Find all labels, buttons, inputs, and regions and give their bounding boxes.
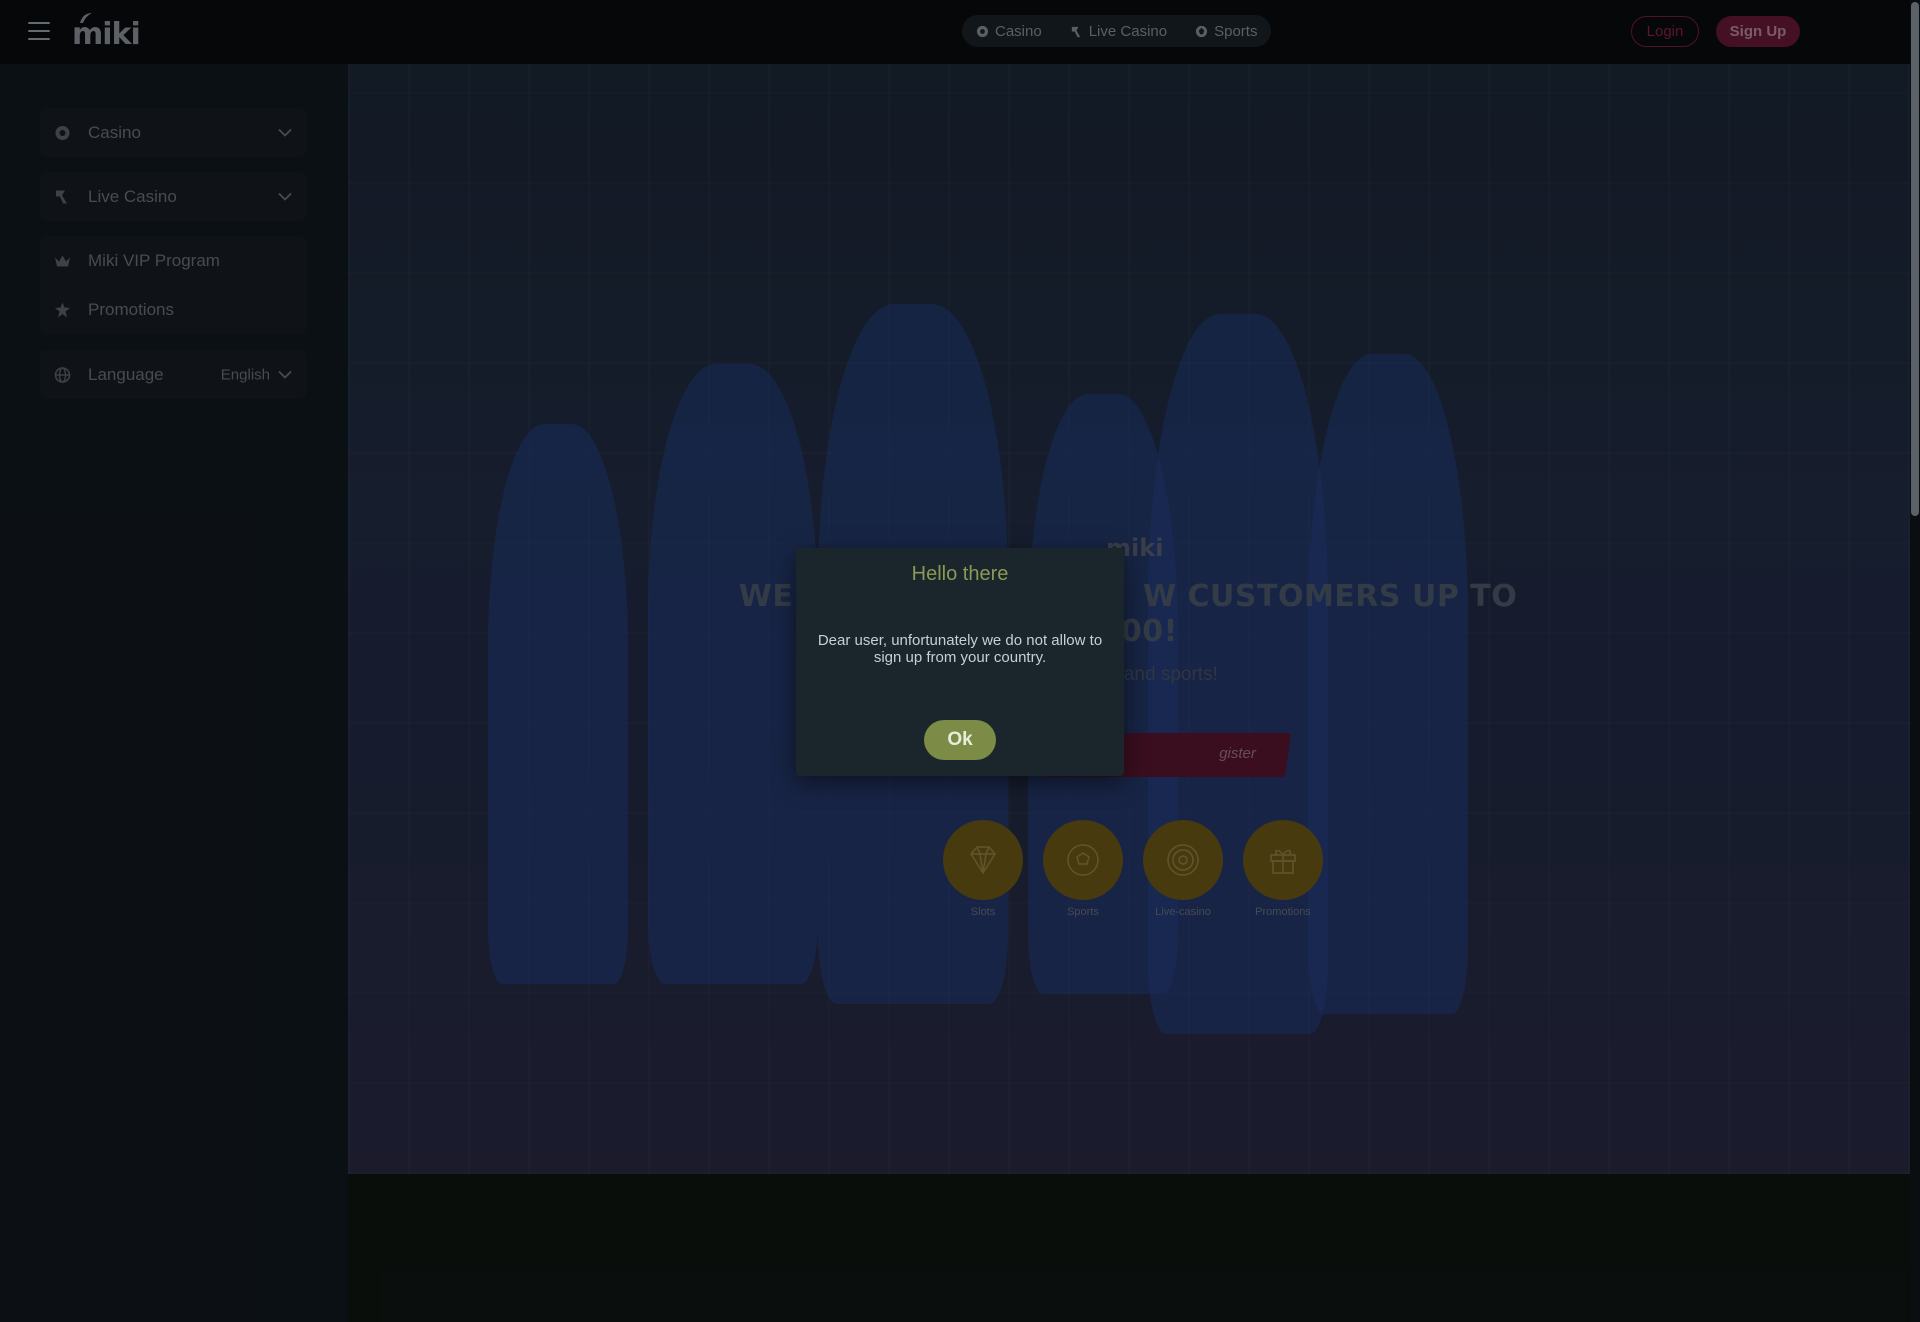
country-restriction-dialog: Hello there Dear user, unfortunately we … xyxy=(796,548,1124,776)
scrollbar-thumb[interactable] xyxy=(1911,2,1919,516)
dialog-message: Dear user, unfortunately we do not allow… xyxy=(817,632,1103,666)
page: miki Casino Live Casino Sports Login Sig… xyxy=(0,0,1920,1322)
dialog-title: Hello there xyxy=(911,563,1009,585)
ok-button[interactable]: Ok xyxy=(924,720,996,760)
scrollbar[interactable] xyxy=(1910,0,1920,1322)
